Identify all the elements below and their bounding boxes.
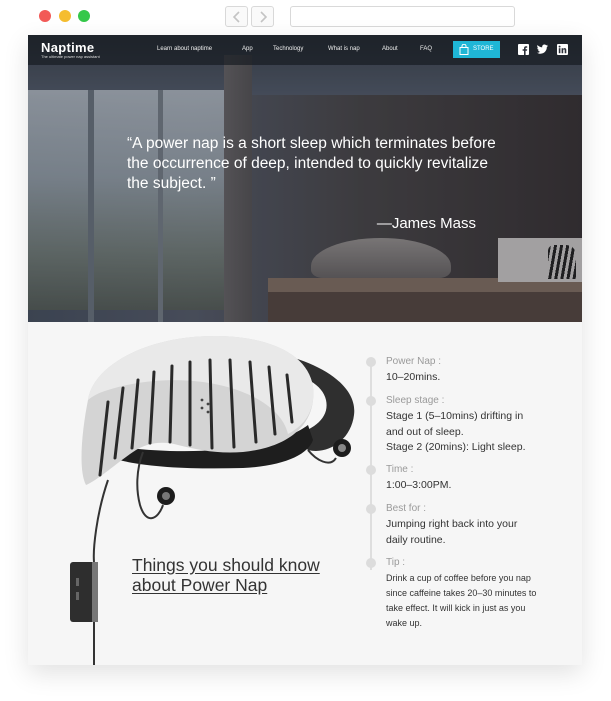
section-heading-link[interactable]: Things you should know about Power Nap — [132, 555, 320, 595]
timeline-dot — [366, 396, 376, 406]
shopping-bag-icon — [459, 44, 469, 55]
address-bar[interactable] — [290, 6, 515, 27]
chevron-right-icon — [260, 11, 268, 23]
nav-link-app[interactable]: App — [242, 46, 253, 52]
timeline-dot — [366, 357, 376, 367]
fact-value: 1:00–3:00PM. — [386, 479, 452, 491]
power-nap-info-section: Things you should know about Power Nap P… — [28, 322, 582, 665]
quote-author: —James Mass — [376, 215, 476, 232]
linkedin-icon[interactable] — [557, 44, 568, 55]
fact-value: Drink a cup of coffee before you nap sin… — [386, 573, 537, 628]
fact-value: Stage 1 (5–10mins) drifting in and out o… — [386, 410, 524, 438]
nav-link-technology[interactable]: Technology — [273, 46, 303, 52]
back-button[interactable] — [225, 6, 248, 27]
fact-label: Time : — [386, 464, 414, 475]
maximize-window-button[interactable] — [78, 10, 90, 22]
minimize-window-button[interactable] — [59, 10, 71, 22]
hero-quote: “A power nap is a short sleep which term… — [127, 135, 496, 192]
heading-line-2: about Power Nap — [132, 575, 268, 595]
web-page: Naptime The ultimate power nap assistant… — [28, 35, 582, 665]
nav-link-what-is-nap[interactable]: What is nap — [328, 46, 360, 52]
timeline-dot — [366, 504, 376, 514]
fact-value: 10–20mins. — [386, 371, 441, 383]
fact-value: Jumping right back into your daily routi… — [386, 518, 518, 546]
fact-label: Power Nap : — [386, 356, 442, 367]
timeline-line — [370, 358, 372, 570]
site-logo[interactable]: Naptime — [41, 40, 94, 55]
fact-label: Best for : — [386, 503, 427, 514]
chevron-left-icon — [232, 11, 240, 23]
site-tagline: The ultimate power nap assistant — [41, 54, 100, 59]
top-navigation: Naptime The ultimate power nap assistant… — [28, 35, 582, 65]
fact-label: Sleep stage : — [386, 395, 445, 406]
fact-label: Tip : — [386, 557, 406, 568]
store-button[interactable]: STORE — [453, 41, 500, 58]
sleep-mask-product-image — [70, 335, 355, 665]
nav-link-about[interactable]: About — [382, 46, 398, 52]
timeline-dot — [366, 465, 376, 475]
nav-link-faq[interactable]: FAQ — [420, 46, 432, 52]
facebook-icon[interactable] — [518, 44, 529, 55]
store-button-label: STORE — [473, 46, 494, 52]
timeline-dot — [366, 558, 376, 568]
close-window-button[interactable] — [39, 10, 51, 22]
browser-toolbar — [0, 0, 611, 34]
nav-link-learn[interactable]: Learn about naptime — [157, 46, 212, 52]
fact-value-2: Stage 2 (20mins): Light sleep. — [386, 441, 526, 453]
twitter-icon[interactable] — [537, 44, 548, 55]
forward-button[interactable] — [251, 6, 274, 27]
hero-section: Naptime The ultimate power nap assistant… — [28, 35, 582, 322]
heading-line-1: Things you should know — [132, 555, 320, 575]
